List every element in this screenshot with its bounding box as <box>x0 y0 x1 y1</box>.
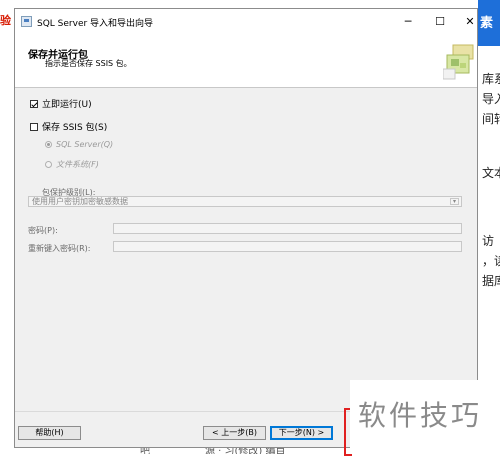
background-line: 导入 <box>482 92 500 106</box>
background-line: 访 <box>482 234 495 248</box>
minimize-button[interactable]: ─ <box>393 9 423 35</box>
window-title: SQL Server 导入和导出向导 <box>37 19 154 29</box>
sql-server-radio[interactable]: SQL Server(Q) <box>45 140 113 149</box>
background-line: 文本 <box>482 166 500 180</box>
checkbox-box[interactable] <box>30 122 38 131</box>
radio-dot[interactable] <box>45 141 52 148</box>
protection-level-value: 使用用户密钥加密敏感数据 <box>32 197 128 206</box>
retype-password-field[interactable] <box>113 241 462 252</box>
next-button[interactable]: 下一步(N) > <box>270 426 333 440</box>
wizard-header: 保存并运行包 指示是否保存 SSIS 包。 <box>15 35 477 88</box>
watermark: 软件技巧 <box>350 380 500 454</box>
wizard-content: 立即运行(U) 保存 SSIS 包(S) SQL Server(Q) 文件系统(… <box>15 88 477 412</box>
background-line: 间转 <box>482 112 500 126</box>
maximize-button[interactable]: ☐ <box>425 9 455 35</box>
password-field[interactable] <box>113 223 462 234</box>
page-subtitle: 指示是否保存 SSIS 包。 <box>45 59 132 68</box>
save-ssis-checkbox[interactable]: 保存 SSIS 包(S) <box>30 120 107 133</box>
package-folder-icon <box>443 44 474 80</box>
retype-password-label: 重新键入密码(R): <box>28 244 91 253</box>
password-label: 密码(P): <box>28 226 58 235</box>
background-line: 库系 <box>482 72 500 86</box>
background-line: 据库 <box>482 274 500 288</box>
run-immediately-checkbox[interactable]: 立即运行(U) <box>30 97 92 110</box>
close-button[interactable]: ✕ <box>455 9 485 35</box>
back-button[interactable]: < 上一步(B) <box>203 426 266 440</box>
help-button[interactable]: 帮助(H) <box>18 426 81 440</box>
checkbox-label: 保存 SSIS 包(S) <box>42 123 108 133</box>
watermark-text: 软件技巧 <box>358 399 483 432</box>
checkbox-label: 立即运行(U) <box>42 100 92 110</box>
protection-level-select[interactable]: 使用用户密钥加密敏感数据 ▾ <box>28 196 462 207</box>
checkbox-box[interactable] <box>30 99 38 108</box>
radio-label: SQL Server(Q) <box>56 140 114 149</box>
file-system-radio[interactable]: 文件系统(F) <box>45 159 99 170</box>
title-bar[interactable]: SQL Server 导入和导出向导 ─ ☐ ✕ <box>15 9 477 35</box>
background-line: ，读 <box>482 254 500 268</box>
radio-dot[interactable] <box>45 161 52 168</box>
app-icon <box>21 16 32 27</box>
background-page-left: 验 <box>0 0 14 454</box>
chevron-down-icon[interactable]: ▾ <box>450 198 459 205</box>
background-left-text: 验 <box>0 14 11 27</box>
radio-label: 文件系统(F) <box>56 160 99 169</box>
